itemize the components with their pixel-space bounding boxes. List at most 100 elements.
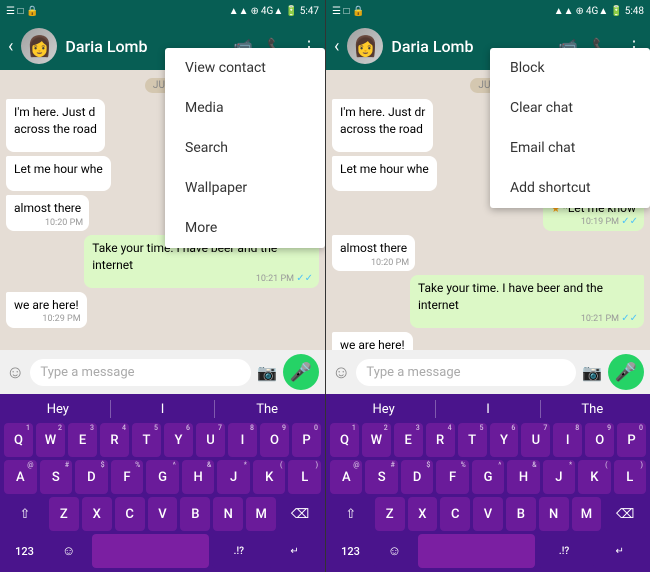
left-key-i[interactable]: I8 [228,423,257,457]
right-menu-block[interactable]: Block [490,48,650,88]
right-key-m[interactable]: M [572,497,602,531]
left-back-button[interactable]: ‹ [8,36,13,57]
left-key-punctuation[interactable]: .!? [212,534,265,568]
right-menu-clear-chat[interactable]: Clear chat [490,88,650,128]
left-key-e[interactable]: E3 [68,423,97,457]
left-key-q[interactable]: Q1 [4,423,33,457]
right-key-v[interactable]: V [473,497,503,531]
left-menu-wallpaper[interactable]: Wallpaper [165,168,325,208]
left-key-t[interactable]: T5 [132,423,161,457]
right-mic-button[interactable]: 🎤 [608,354,644,390]
right-key-l[interactable]: L) [614,460,646,494]
left-menu-more[interactable]: More [165,208,325,248]
right-dropdown-menu: Block Clear chat Email chat Add shortcut [490,48,650,208]
right-key-x[interactable]: X [408,497,438,531]
right-key-j[interactable]: J* [543,460,575,494]
left-key-h[interactable]: H& [182,460,215,494]
left-key-n[interactable]: N [213,497,243,531]
left-key-v[interactable]: V [148,497,178,531]
left-key-r[interactable]: R4 [100,423,129,457]
right-camera-icon[interactable]: 📷 [582,363,602,382]
left-key-o[interactable]: O9 [260,423,289,457]
left-key-p[interactable]: P0 [292,423,321,457]
right-key-p[interactable]: P0 [617,423,646,457]
left-key-backspace[interactable]: ⌫ [279,497,321,531]
left-key-w[interactable]: W2 [36,423,65,457]
right-key-backspace[interactable]: ⌫ [604,497,646,531]
left-input-placeholder: Type a message [40,365,134,380]
right-key-emoji[interactable]: ☺ [374,534,415,568]
right-key-numpad[interactable]: 123 [330,534,371,568]
right-key-k[interactable]: K( [578,460,610,494]
left-key-g[interactable]: G^ [146,460,179,494]
right-key-a[interactable]: A@ [330,460,362,494]
left-key-k[interactable]: K( [253,460,286,494]
right-key-i[interactable]: I8 [553,423,582,457]
left-key-f[interactable]: F% [111,460,144,494]
right-key-c[interactable]: C [440,497,470,531]
left-dropdown-menu: View contact Media Search Wallpaper More [165,48,325,248]
right-key-e[interactable]: E3 [394,423,423,457]
left-key-shift[interactable]: ⇧ [4,497,46,531]
right-key-z[interactable]: Z [375,497,405,531]
left-key-a[interactable]: A@ [4,460,37,494]
left-camera-icon[interactable]: 📷 [257,363,277,382]
left-key-numpad[interactable]: 123 [4,534,45,568]
right-key-u[interactable]: U7 [521,423,550,457]
right-key-f[interactable]: F% [436,460,468,494]
left-key-emoji[interactable]: ☺ [48,534,89,568]
right-menu-add-shortcut[interactable]: Add shortcut [490,168,650,208]
left-mic-button[interactable]: 🎤 [283,354,319,390]
right-emoji-icon[interactable]: ☺ [332,362,350,383]
left-menu-search[interactable]: Search [165,128,325,168]
right-key-punctuation[interactable]: .!? [538,534,591,568]
left-key-d[interactable]: D$ [75,460,108,494]
left-contact-avatar[interactable]: 👩 [21,28,57,64]
left-key-l[interactable]: L) [288,460,321,494]
left-key-space[interactable] [92,534,209,568]
left-key-c[interactable]: C [115,497,145,531]
left-key-y[interactable]: Y6 [164,423,193,457]
right-menu-email-chat[interactable]: Email chat [490,128,650,168]
right-key-enter[interactable]: ↵ [593,534,646,568]
right-key-t[interactable]: T5 [458,423,487,457]
right-contact-avatar[interactable]: 👩 [347,28,383,64]
left-key-x[interactable]: X [82,497,112,531]
left-key-b[interactable]: B [180,497,210,531]
left-emoji-icon[interactable]: ☺ [6,362,24,383]
right-key-w[interactable]: W2 [362,423,391,457]
left-menu-media[interactable]: Media [165,88,325,128]
left-key-s[interactable]: S# [40,460,73,494]
right-message-input[interactable]: Type a message [356,359,576,386]
right-key-g[interactable]: G^ [472,460,504,494]
left-message-input[interactable]: Type a message [30,359,251,386]
right-key-h[interactable]: H& [507,460,539,494]
left-suggestion-i[interactable]: I [111,402,215,417]
right-key-y[interactable]: Y6 [490,423,519,457]
left-msg5-time: 10:29 PM [42,313,80,326]
right-suggestion-hey[interactable]: Hey [332,402,435,417]
right-key-q[interactable]: Q1 [330,423,359,457]
left-key-u[interactable]: U7 [196,423,225,457]
left-suggestion-hey[interactable]: Hey [6,402,110,417]
left-menu-view-contact[interactable]: View contact [165,48,325,88]
right-key-b[interactable]: B [506,497,536,531]
right-key-shift[interactable]: ⇧ [330,497,372,531]
right-back-button[interactable]: ‹ [334,36,339,57]
right-key-o[interactable]: O9 [585,423,614,457]
left-suggestion-the[interactable]: The [215,402,319,417]
right-key-n[interactable]: N [539,497,569,531]
right-suggestion-the[interactable]: The [541,402,644,417]
left-key-enter[interactable]: ↵ [268,534,321,568]
right-key-r[interactable]: R4 [426,423,455,457]
right-key-s[interactable]: S# [365,460,397,494]
left-key-z[interactable]: Z [49,497,79,531]
left-key-m[interactable]: M [246,497,276,531]
right-suggestion-i[interactable]: I [436,402,539,417]
left-kbd-row1: Q1 W2 E3 R4 T5 Y6 U7 I8 O9 P0 [4,423,321,457]
right-msg1: I'm here. Just dracross the road [332,99,433,152]
left-key-j[interactable]: J* [217,460,250,494]
right-key-d[interactable]: D$ [401,460,433,494]
left-kbd-row3: ⇧ Z X C V B N M ⌫ [4,497,321,531]
right-key-space[interactable] [418,534,535,568]
